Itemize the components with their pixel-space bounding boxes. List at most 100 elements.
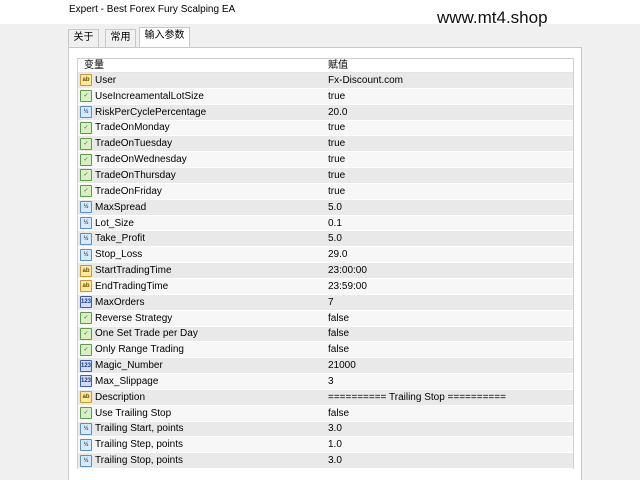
table-row[interactable]: 123 Max_Slippage 3 (78, 374, 573, 390)
value-cell[interactable]: 0.1 (324, 216, 573, 231)
table-row[interactable]: ✓ One Set Trade per Day false (78, 326, 573, 343)
variable-cell[interactable]: ½ Take_Profit (78, 231, 324, 246)
variable-cell[interactable]: ½ Trailing Start, points (78, 422, 324, 437)
variable-cell[interactable]: ✓ TradeOnMonday (78, 121, 324, 136)
tab-common[interactable]: 常用 (105, 29, 136, 47)
table-row[interactable]: ✓ TradeOnTuesday true (78, 136, 573, 153)
table-row[interactable]: ab StartTradingTime 23:00:00 (78, 263, 573, 279)
variable-cell[interactable]: 123 Max_Slippage (78, 374, 324, 389)
table-row[interactable]: ½ Trailing Start, points 3.0 (78, 421, 573, 438)
value-cell[interactable]: 3 (324, 374, 573, 389)
string-type-icon: ab (80, 280, 92, 293)
value-cell[interactable]: 1.0 (324, 437, 573, 452)
table-row[interactable]: ½ Take_Profit 5.0 (78, 231, 573, 248)
variable-cell[interactable]: 123 Magic_Number (78, 358, 324, 373)
table-row[interactable]: ✓ Only Range Trading false (78, 342, 573, 359)
table-row[interactable]: ✓ UseIncreamentalLotSize true (78, 88, 573, 105)
value-cell[interactable]: 21000 (324, 358, 573, 373)
inputs-panel: 变量 赋值 ab User Fx-Discount.com ✓ UseIncreamen… (68, 47, 582, 480)
string-type-icon: ab (80, 74, 92, 87)
variable-cell[interactable]: ✓ TradeOnWednesday (78, 152, 324, 167)
variable-name: TradeOnMonday (95, 122, 170, 134)
table-row[interactable]: ✓ Use Trailing Stop false (78, 405, 573, 422)
value-cell[interactable]: true (324, 121, 573, 136)
variable-cell[interactable]: ✓ Use Trailing Stop (78, 406, 324, 421)
value-cell[interactable]: 23:59:00 (324, 279, 573, 294)
table-row[interactable]: ½ Trailing Stop, points 3.0 (78, 453, 573, 470)
variable-cell[interactable]: ab StartTradingTime (78, 263, 324, 278)
variable-cell[interactable]: ab Description (78, 390, 324, 405)
value-cell[interactable]: false (324, 311, 573, 326)
tab-inputs[interactable]: 输入参数 (139, 27, 190, 48)
variable-cell[interactable]: ✓ TradeOnTuesday (78, 136, 324, 151)
table-row[interactable]: ab Description ========== Trailing Stop ==… (78, 389, 573, 406)
variable-cell[interactable]: ½ MaxSpread (78, 200, 324, 215)
variable-name: Take_Profit (95, 233, 146, 245)
table-row[interactable]: ✓ TradeOnThursday true (78, 168, 573, 184)
double-type-icon: ½ (80, 438, 92, 451)
value-cell[interactable]: true (324, 184, 573, 199)
value-cell[interactable]: 5.0 (324, 200, 573, 215)
value-cell[interactable]: true (324, 89, 573, 104)
variable-cell[interactable]: ½ Stop_Loss (78, 247, 324, 262)
value-cell[interactable]: 23:00:00 (324, 263, 573, 278)
value-cell[interactable]: 7 (324, 295, 573, 310)
value-cell[interactable]: true (324, 136, 573, 151)
table-row[interactable]: ½ Trailing Step, points 1.0 (78, 437, 573, 454)
int-type-icon: 123 (80, 375, 92, 388)
table-row[interactable]: ab User Fx-Discount.com (78, 73, 573, 89)
variable-cell[interactable]: ½ Trailing Stop, points (78, 453, 324, 468)
variable-cell[interactable]: ½ Trailing Step, points (78, 437, 324, 452)
variable-cell[interactable]: ✓ Only Range Trading (78, 342, 324, 357)
table-row[interactable]: ½ MaxSpread 5.0 (78, 199, 573, 216)
variable-name: Trailing Step, points (95, 439, 184, 451)
value-cell[interactable]: 29.0 (324, 247, 573, 262)
watermark: www.mt4.shop (437, 8, 548, 27)
value-cell[interactable]: Fx-Discount.com (324, 73, 573, 88)
window-title: Expert - Best Forex Fury Scalping EA (69, 4, 236, 15)
variable-cell[interactable]: ✓ UseIncreamentalLotSize (78, 89, 324, 104)
table-row[interactable]: ✓ TradeOnMonday true (78, 120, 573, 137)
value-cell[interactable]: true (324, 168, 573, 183)
variable-name: Max_Slippage (95, 375, 159, 387)
variable-cell[interactable]: 123 MaxOrders (78, 295, 324, 310)
value-cell[interactable]: 20.0 (324, 105, 573, 120)
value-cell[interactable]: 3.0 (324, 453, 573, 468)
variable-cell[interactable]: ½ Lot_Size (78, 216, 324, 231)
bool-type-icon: ✓ (80, 343, 92, 356)
table-row[interactable]: ½ Lot_Size 0.1 (78, 215, 573, 232)
value-cell[interactable]: false (324, 406, 573, 421)
value-cell[interactable]: false (324, 327, 573, 342)
tab-about[interactable]: 关于 (68, 29, 99, 47)
column-header-value[interactable]: 赋值 (324, 59, 573, 72)
table-row[interactable]: ✓ TradeOnWednesday true (78, 152, 573, 169)
table-row[interactable]: 123 MaxOrders 7 (78, 294, 573, 311)
value-cell[interactable]: false (324, 342, 573, 357)
value-cell[interactable]: 3.0 (324, 422, 573, 437)
variable-cell[interactable]: ✓ Reverse Strategy (78, 311, 324, 326)
value-cell[interactable]: 5.0 (324, 231, 573, 246)
variable-name: User (95, 74, 117, 86)
table-row[interactable]: ½ Stop_Loss 29.0 (78, 247, 573, 264)
variable-name: Only Range Trading (95, 344, 184, 356)
table-row[interactable]: ½ RiskPerCyclePercentage 20.0 (78, 104, 573, 121)
double-type-icon: ½ (80, 422, 92, 435)
table-row[interactable]: ✓ Reverse Strategy false (78, 310, 573, 327)
double-type-icon: ½ (80, 217, 92, 230)
variable-name: EndTradingTime (95, 280, 169, 292)
table-row[interactable]: ab EndTradingTime 23:59:00 (78, 278, 573, 295)
variable-cell[interactable]: ✓ One Set Trade per Day (78, 327, 324, 342)
bool-type-icon: ✓ (80, 137, 92, 150)
value-cell[interactable]: ========== Trailing Stop ========== (324, 390, 573, 405)
variable-cell[interactable]: ab EndTradingTime (78, 279, 324, 294)
variable-name: Reverse Strategy (95, 312, 173, 324)
variable-cell[interactable]: ab User (78, 73, 324, 88)
table-row[interactable]: 123 Magic_Number 21000 (78, 358, 573, 375)
variable-cell[interactable]: ✓ TradeOnFriday (78, 184, 324, 199)
variable-cell[interactable]: ½ RiskPerCyclePercentage (78, 105, 324, 120)
variable-name: RiskPerCyclePercentage (95, 106, 207, 118)
column-header-variable[interactable]: 变量 (78, 59, 324, 72)
table-row[interactable]: ✓ TradeOnFriday true (78, 183, 573, 200)
value-cell[interactable]: true (324, 152, 573, 167)
variable-cell[interactable]: ✓ TradeOnThursday (78, 168, 324, 183)
